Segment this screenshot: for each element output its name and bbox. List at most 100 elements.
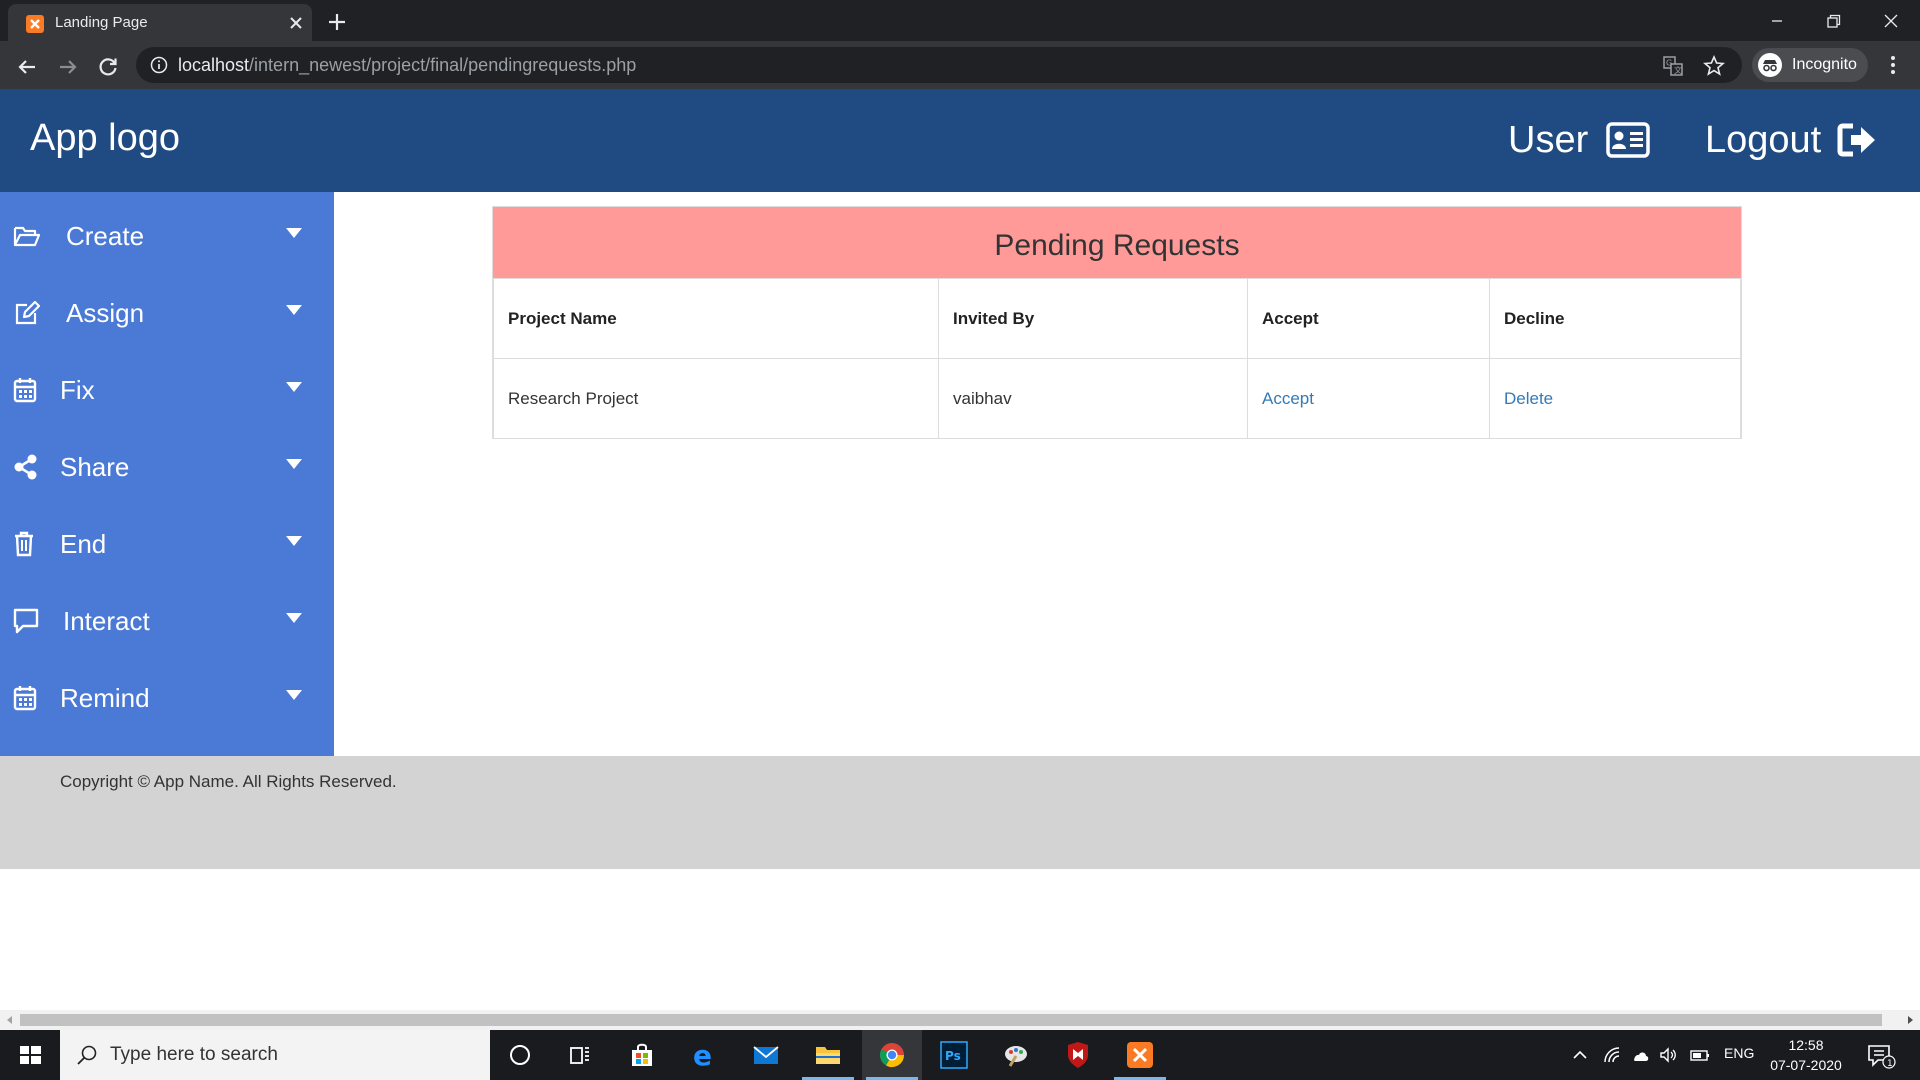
bookmark-star-icon[interactable] — [1703, 55, 1725, 77]
table-row: Research Project vaibhav Accept Delete — [493, 358, 1741, 439]
back-arrow-icon[interactable] — [13, 53, 41, 81]
scroll-right-arrow-icon[interactable] — [1904, 1014, 1916, 1026]
task-view-button[interactable] — [550, 1030, 610, 1080]
language-indicator[interactable]: ENG — [1724, 1045, 1754, 1061]
mail-app[interactable] — [736, 1030, 796, 1080]
restore-icon[interactable] — [1814, 6, 1852, 36]
sidebar-item-assign[interactable]: Assign — [0, 274, 334, 351]
scroll-left-arrow-icon[interactable] — [4, 1014, 16, 1026]
sidebar-item-end[interactable]: End — [0, 505, 334, 582]
incognito-profile-button[interactable]: Incognito — [1752, 48, 1868, 82]
search-placeholder: Type here to search — [110, 1044, 278, 1065]
folder-open-icon — [13, 226, 41, 247]
svg-text:e: e — [693, 1041, 712, 1069]
caret-down-icon — [286, 690, 302, 700]
app-logo[interactable]: App logo — [30, 117, 180, 160]
caret-down-icon — [286, 459, 302, 469]
tab-title: Landing Page — [55, 14, 148, 31]
page-title: Pending Requests — [994, 229, 1240, 262]
sidebar-item-label: Assign — [66, 298, 145, 328]
translate-icon[interactable]: 文G — [1662, 55, 1684, 77]
logout-label: Logout — [1705, 118, 1822, 161]
battery-icon[interactable] — [1690, 1045, 1710, 1065]
caret-down-icon — [286, 536, 302, 546]
minimize-icon[interactable] — [1758, 6, 1796, 36]
onedrive-cloud-icon[interactable] — [1630, 1045, 1650, 1065]
logout-link[interactable]: Logout — [1705, 115, 1877, 165]
notification-center-icon[interactable]: 1 — [1866, 1042, 1896, 1070]
svg-text:文: 文 — [1674, 65, 1682, 75]
taskbar-search-box[interactable]: Type here to search — [60, 1030, 490, 1080]
delete-link[interactable]: Delete — [1504, 389, 1553, 408]
incognito-label: Incognito — [1792, 56, 1857, 73]
sidebar-item-create[interactable]: Create — [0, 197, 334, 274]
photoshop-app[interactable]: Ps — [924, 1030, 984, 1080]
edge-browser-icon: e — [693, 1041, 712, 1069]
chrome-icon — [879, 1043, 904, 1068]
edit-icon — [15, 300, 41, 325]
calendar-icon — [13, 686, 37, 711]
incognito-icon — [1758, 53, 1782, 77]
browser-tab-strip: Landing Page — [0, 0, 1920, 41]
share-icon — [14, 454, 37, 480]
window-close-icon[interactable] — [1872, 6, 1910, 36]
clock-time: 12:58 — [1788, 1037, 1824, 1053]
svg-text:Ps: Ps — [945, 1049, 961, 1063]
folder-icon — [816, 1047, 840, 1064]
browser-menu-icon[interactable] — [1880, 52, 1906, 78]
site-info-icon[interactable] — [150, 56, 168, 74]
task-view-icon — [570, 1047, 589, 1064]
caret-down-icon — [286, 305, 302, 315]
microsoft-store-icon — [632, 1043, 652, 1066]
address-bar[interactable]: localhost/intern_newest/project/final/pe… — [136, 47, 1742, 83]
forward-arrow-icon[interactable] — [54, 53, 82, 81]
sidebar-item-label: End — [60, 529, 107, 559]
volume-icon[interactable] — [1658, 1045, 1678, 1065]
windows-taskbar: Type here to search e Ps ENG 12:58 07-07… — [0, 1030, 1920, 1080]
decline-cell: Delete — [1489, 358, 1741, 439]
column-header-accept: Accept — [1247, 278, 1490, 359]
pending-requests-card: Pending Requests Project Name Invited By… — [492, 206, 1742, 439]
comment-icon — [13, 608, 39, 634]
browser-tab[interactable]: Landing Page — [8, 4, 312, 41]
chevron-up-icon[interactable] — [1570, 1045, 1590, 1065]
sidebar-item-fix[interactable]: Fix — [0, 351, 334, 428]
chrome-app[interactable] — [862, 1030, 922, 1080]
svg-text:G: G — [1666, 59, 1672, 68]
url-text: localhost/intern_newest/project/final/pe… — [178, 55, 636, 76]
user-link[interactable]: User — [1508, 115, 1650, 165]
pending-requests-table: Project Name Invited By Accept Decline R… — [493, 278, 1741, 439]
sidebar: Create Assign Fix Share End Interact Rem… — [0, 192, 334, 756]
column-header-invited-by: Invited By — [938, 278, 1248, 359]
start-button[interactable] — [0, 1030, 60, 1080]
invited-by-cell: vaibhav — [938, 358, 1248, 439]
cortana-button[interactable] — [490, 1030, 550, 1080]
new-tab-icon[interactable] — [325, 10, 349, 34]
id-card-icon — [1606, 122, 1650, 158]
copyright-text: Copyright © App Name. All Rights Reserve… — [60, 772, 397, 791]
tab-close-icon[interactable] — [286, 13, 306, 33]
card-title-bar: Pending Requests — [493, 207, 1741, 278]
xampp-app[interactable] — [1110, 1030, 1170, 1080]
file-explorer-app[interactable] — [798, 1030, 858, 1080]
reload-icon[interactable] — [94, 53, 122, 81]
scrollbar-thumb[interactable] — [20, 1014, 1882, 1026]
xampp-favicon-icon — [26, 15, 44, 33]
horizontal-scrollbar[interactable] — [0, 1010, 1920, 1030]
sidebar-item-remind[interactable]: Remind — [0, 659, 334, 736]
store-app[interactable] — [612, 1030, 672, 1080]
accept-link[interactable]: Accept — [1262, 389, 1314, 408]
caret-down-icon — [286, 613, 302, 623]
sign-out-icon — [1837, 123, 1876, 157]
edge-app[interactable]: e — [674, 1030, 734, 1080]
mail-envelope-icon — [753, 1046, 779, 1064]
sidebar-item-label: Interact — [63, 606, 150, 636]
system-clock[interactable]: 12:58 07-07-2020 — [1766, 1035, 1846, 1075]
windows-logo-icon — [20, 1046, 41, 1064]
sidebar-item-interact[interactable]: Interact — [0, 582, 334, 659]
paint-app[interactable] — [986, 1030, 1046, 1080]
sidebar-item-share[interactable]: Share — [0, 428, 334, 505]
mcafee-app[interactable] — [1048, 1030, 1108, 1080]
url-path: /intern_newest/project/final/pendingrequ… — [249, 55, 637, 75]
wifi-icon[interactable] — [1602, 1045, 1622, 1065]
